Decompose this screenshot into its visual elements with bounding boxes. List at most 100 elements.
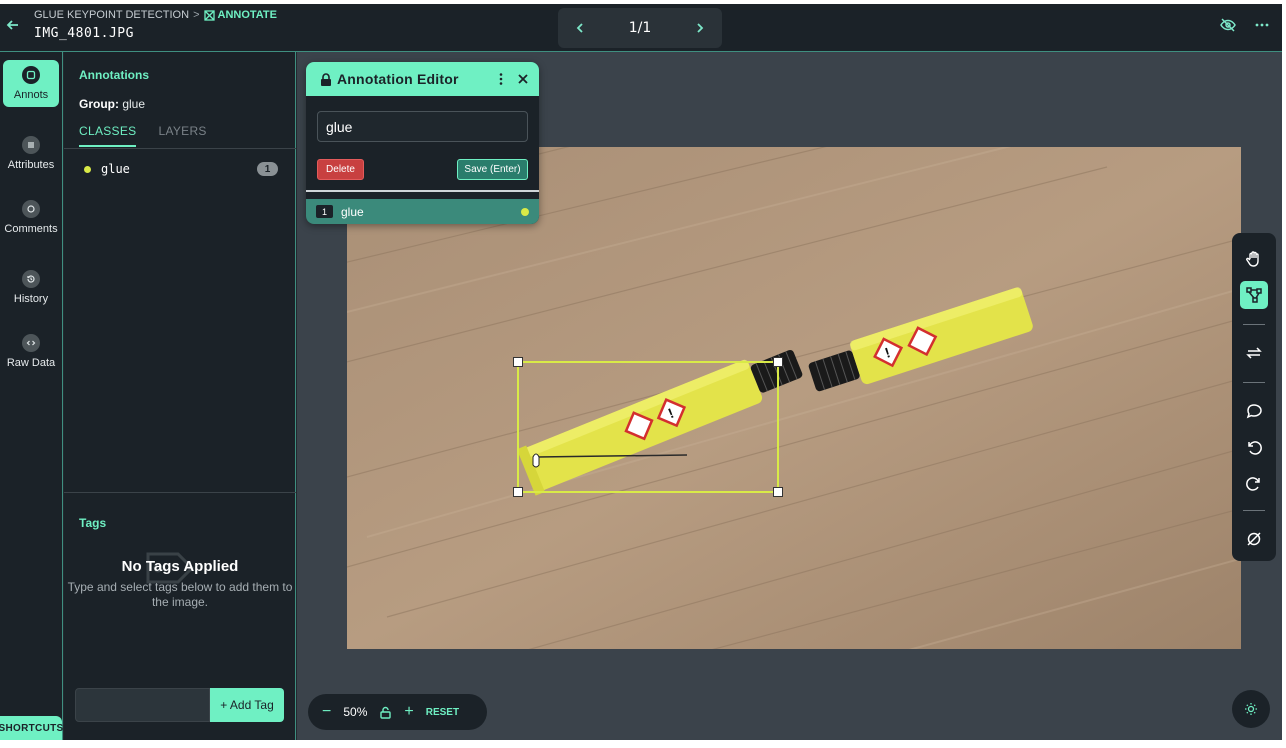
class-option-name: glue [341, 204, 364, 219]
more-horizontal-icon[interactable] [1254, 17, 1270, 33]
class-option-row[interactable]: 1 glue [306, 199, 539, 224]
comment-icon [22, 200, 40, 218]
tab-classes[interactable]: CLASSES [79, 124, 137, 147]
rail-label: History [13, 293, 49, 305]
rail-label: Attributes [7, 159, 55, 171]
class-color-dot [84, 165, 91, 173]
no-tags-text: Type and select tags below to add them t… [67, 580, 293, 609]
shortcuts-button[interactable]: SHORTCUTS [0, 716, 63, 740]
comment-tool[interactable] [1240, 397, 1268, 425]
comment-bubble-icon [1246, 404, 1262, 419]
editor-header[interactable]: Annotation Editor [306, 62, 539, 96]
breadcrumb: GLUE KEYPOINT DETECTION > ANNOTATE [34, 9, 277, 21]
rail-item-history[interactable]: History [0, 270, 62, 305]
more-vertical-icon[interactable] [495, 72, 507, 86]
tags-title: Tags [79, 516, 107, 530]
breadcrumb-project[interactable]: GLUE KEYPOINT DETECTION [34, 9, 189, 21]
zoom-level: 50% [343, 705, 368, 719]
rail-label: Raw Data [6, 357, 56, 369]
group-info: Group: glue [79, 97, 145, 111]
app-window: GLUE KEYPOINT DETECTION > ANNOTATE IMG_4… [0, 0, 1286, 748]
toolbar-divider [1243, 324, 1265, 325]
null-set-icon [1247, 532, 1261, 546]
editor-divider [306, 190, 539, 192]
file-name: IMG_4801.JPG [34, 26, 134, 41]
rail-item-comments[interactable]: Comments [0, 200, 62, 235]
no-tags-heading: No Tags Applied [121, 558, 239, 575]
tab-layers[interactable]: LAYERS [158, 124, 206, 147]
list-icon [22, 136, 40, 154]
breadcrumb-mode-label: ANNOTATE [217, 9, 277, 21]
chevron-left-icon[interactable] [574, 22, 586, 34]
top-bar: GLUE KEYPOINT DETECTION > ANNOTATE IMG_4… [0, 4, 1282, 52]
pan-tool[interactable] [1240, 245, 1268, 273]
annotations-icon [22, 66, 40, 84]
annotations-panel: Annotations Group: glue CLASSES LAYERS g… [64, 52, 296, 740]
zoom-out-button[interactable]: − [322, 704, 331, 720]
bounding-box-annotation[interactable] [513, 357, 783, 497]
tag-input[interactable] [75, 688, 210, 722]
swap-arrows-icon [1246, 347, 1262, 359]
resize-handle-top-left[interactable] [513, 357, 523, 367]
breadcrumb-separator: > [193, 9, 200, 21]
undo-icon [1248, 441, 1262, 455]
resize-handle-bottom-right[interactable] [773, 487, 783, 497]
no-tags-placeholder: No Tags Applied Type and select tags bel… [64, 552, 296, 610]
resize-handle-bottom-left[interactable] [513, 487, 523, 497]
redo-icon [1246, 477, 1260, 491]
rail-item-attributes[interactable]: Attributes [0, 136, 62, 171]
breadcrumb-mode: ANNOTATE [203, 9, 277, 21]
zoom-in-button[interactable]: + [404, 704, 413, 720]
keypoint-graph-icon [1246, 287, 1262, 303]
undo-button[interactable] [1240, 433, 1268, 461]
resize-handle-top-right[interactable] [773, 357, 783, 367]
chevron-right-icon[interactable] [694, 22, 706, 34]
redo-button[interactable] [1240, 469, 1268, 497]
reset-zoom-button[interactable]: RESET [426, 707, 459, 718]
class-list-item[interactable]: glue 1 [84, 162, 278, 176]
rail-item-raw-data[interactable]: Raw Data [0, 334, 62, 369]
left-rail: Annots Attributes Comments History Raw D… [0, 52, 63, 740]
toolbar-divider [1243, 382, 1265, 383]
save-button[interactable]: Save (Enter) [457, 159, 528, 180]
class-shortcut-number: 1 [316, 205, 333, 218]
class-name-input[interactable] [317, 111, 528, 142]
image-pager: 1/1 [558, 8, 722, 48]
hand-icon [1246, 251, 1259, 267]
tool-palette [1232, 233, 1276, 561]
display-settings-button[interactable] [1232, 690, 1270, 728]
add-tag-button[interactable]: + Add Tag [210, 688, 284, 722]
group-value: glue [122, 97, 146, 111]
lock-icon[interactable] [320, 72, 332, 86]
close-icon[interactable] [517, 73, 529, 85]
unlock-icon[interactable] [379, 706, 392, 719]
back-arrow-icon[interactable] [4, 16, 22, 34]
annotator-frame: GLUE KEYPOINT DETECTION > ANNOTATE IMG_4… [0, 4, 1282, 740]
code-icon [22, 334, 40, 352]
delete-button[interactable]: Delete [317, 159, 364, 180]
group-label: Group: [79, 97, 119, 111]
rail-label: Comments [4, 223, 58, 235]
toolbar-divider [1243, 510, 1265, 511]
class-color-dot [521, 207, 529, 216]
tabs-divider [64, 148, 296, 149]
panel-tabs: CLASSES LAYERS [79, 124, 207, 147]
annotation-editor: Annotation Editor Delete Save (Enter) 1 … [306, 62, 539, 224]
history-icon [22, 270, 40, 288]
page-count: 1/1 [628, 20, 652, 36]
annotate-icon [203, 9, 215, 21]
brightness-icon [1245, 703, 1257, 715]
keypoint-tool[interactable] [1240, 281, 1268, 309]
eye-off-icon[interactable] [1220, 17, 1236, 33]
panel-title: Annotations [79, 68, 149, 82]
top-right-actions [1220, 17, 1270, 33]
clear-tool[interactable] [1240, 525, 1268, 553]
rail-item-annots[interactable]: Annots [3, 60, 59, 107]
swap-tool[interactable] [1240, 339, 1268, 367]
editor-title: Annotation Editor [337, 71, 459, 87]
class-count-badge: 1 [257, 162, 278, 176]
zoom-controls: − 50% + RESET [308, 694, 487, 730]
class-name: glue [101, 162, 130, 176]
tags-divider [64, 492, 296, 493]
rail-label: Annots [13, 89, 49, 101]
